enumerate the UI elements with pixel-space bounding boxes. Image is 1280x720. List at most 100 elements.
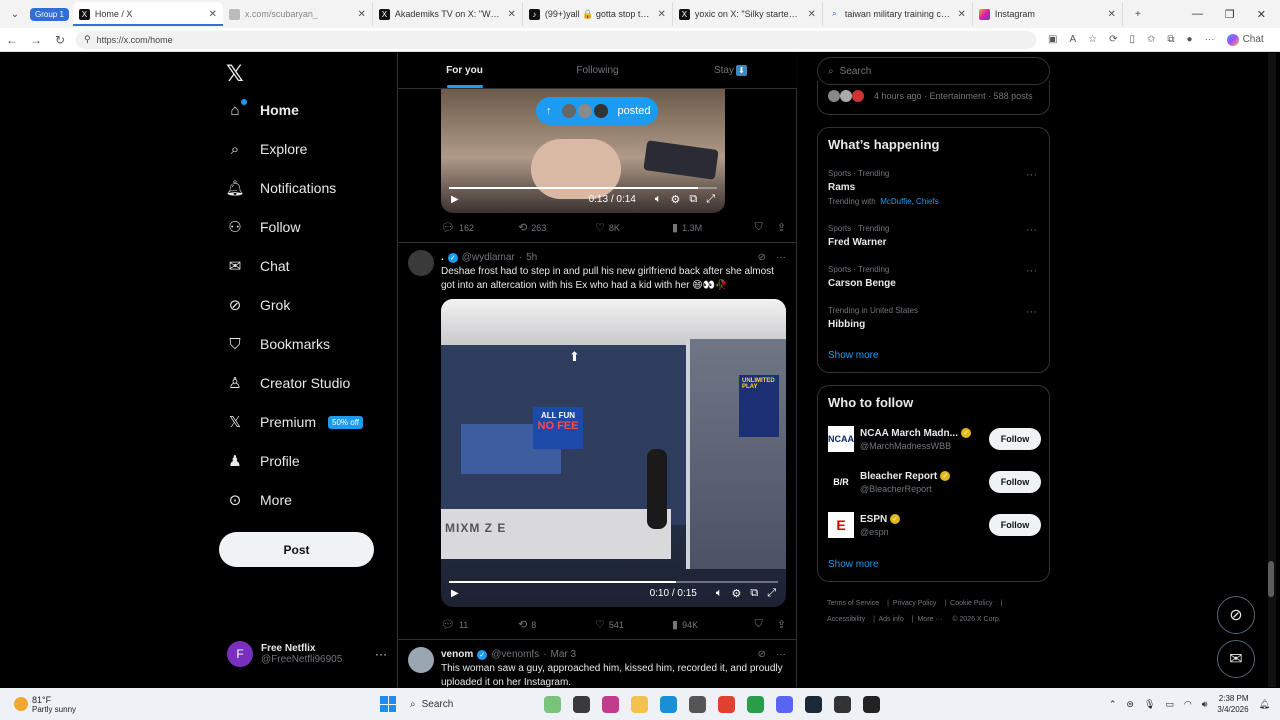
- video-player[interactable]: ALL FUN NO FEE MIXM Z E UNLIMITED PLAY ▶ …: [441, 299, 786, 607]
- play-icon[interactable]: ▶: [451, 194, 459, 205]
- weather-widget[interactable]: 81°F Partly sunny: [0, 695, 380, 714]
- site-info-icon[interactable]: ⚲: [84, 34, 91, 45]
- tab-home-x[interactable]: X Home / X ✕: [72, 2, 223, 26]
- tab-for-you[interactable]: For you: [398, 53, 531, 88]
- footer-link[interactable]: Terms of Service: [827, 600, 879, 607]
- show-more-link[interactable]: Show more: [828, 559, 879, 570]
- tab-yoxic[interactable]: X yoxic on X: "Silky started his stre ✕: [673, 2, 823, 26]
- nav-home[interactable]: ⌂ Home: [226, 99, 299, 119]
- minimize-icon[interactable]: —: [1192, 8, 1203, 21]
- trend-item[interactable]: Trending in United States Hibbing ···: [828, 306, 1043, 330]
- bookmark-icon[interactable]: ⛉: [755, 618, 763, 631]
- author-name[interactable]: .: [441, 252, 444, 263]
- live-event-card[interactable]: 4 hours ago · Entertainment · 588 posts: [817, 81, 1050, 115]
- wifi-icon[interactable]: ◠: [1184, 699, 1192, 710]
- collections-icon[interactable]: ⧉: [1167, 34, 1174, 45]
- edge-icon[interactable]: [660, 695, 677, 713]
- copilot-chat-button[interactable]: Chat: [1226, 33, 1264, 46]
- grok-icon[interactable]: ⊘: [758, 252, 766, 263]
- nav-grok[interactable]: ⊘ Grok: [226, 296, 291, 314]
- chevron-up-icon[interactable]: ⌃: [1109, 699, 1117, 710]
- author-name[interactable]: venom: [441, 649, 473, 660]
- app-icon[interactable]: ▣: [1048, 34, 1057, 45]
- share-icon[interactable]: ⇪: [777, 618, 786, 631]
- reply-button[interactable]: 💬︎ 162: [441, 221, 518, 234]
- url-field[interactable]: ⚲ https://x.com/home: [76, 30, 1036, 49]
- new-tab-icon[interactable]: +: [1127, 4, 1149, 24]
- follow-suggestion[interactable]: B/R Bleacher Report ✓ @BleacherReport Fol…: [828, 467, 1041, 497]
- tab-stay[interactable]: Stay ⬇: [664, 53, 797, 88]
- extensions-icon[interactable]: ⟳: [1109, 34, 1117, 45]
- app-icon[interactable]: [689, 695, 706, 713]
- app-icon[interactable]: [747, 695, 764, 713]
- volume-icon[interactable]: 🔈︎: [655, 193, 662, 206]
- more-dots-icon[interactable]: ···: [1026, 306, 1037, 318]
- restore-icon[interactable]: ❐: [1225, 8, 1235, 21]
- more-dots-icon[interactable]: ···: [1026, 265, 1037, 277]
- more-dots-icon[interactable]: ···: [1026, 224, 1037, 236]
- clock[interactable]: 2:38 PM 3/4/2026: [1217, 693, 1248, 715]
- grok-icon[interactable]: ⊘: [758, 649, 766, 660]
- author-handle[interactable]: @wydlamar: [462, 252, 515, 263]
- fullscreen-icon[interactable]: ⤢: [706, 193, 715, 206]
- close-icon[interactable]: ✕: [958, 9, 966, 20]
- views-button[interactable]: ▮ 1.3M: [672, 221, 749, 234]
- follow-button[interactable]: Follow: [989, 514, 1041, 536]
- video-progress-bar[interactable]: [449, 187, 717, 189]
- tab-taiwan-search[interactable]: ⌕ taiwan military training consi ✕: [823, 2, 973, 26]
- settings-gear-icon[interactable]: ⚙: [670, 193, 680, 206]
- windows-start-icon[interactable]: [380, 696, 396, 712]
- split-screen-icon[interactable]: ▯: [1129, 34, 1135, 45]
- tweet-time[interactable]: Mar 3: [551, 649, 577, 660]
- scrollbar-thumb[interactable]: [1268, 561, 1274, 597]
- network-icon[interactable]: ⊜: [1126, 699, 1134, 710]
- post-button[interactable]: Post: [219, 532, 374, 567]
- page-scrollbar[interactable]: [1268, 53, 1276, 687]
- window-close-icon[interactable]: ✕: [1257, 8, 1266, 21]
- nav-profile[interactable]: ♟ Profile: [226, 452, 299, 470]
- like-button[interactable]: ♡ 8K: [595, 221, 672, 234]
- discord-icon[interactable]: [776, 695, 793, 713]
- follow-suggestion[interactable]: NCAA NCAA March Madn... ✓ @MarchMadnessWB…: [828, 424, 1041, 454]
- file-explorer-icon[interactable]: [631, 695, 648, 713]
- views-button[interactable]: ▮ 94K: [672, 618, 749, 631]
- mic-icon[interactable]: 🎙︎: [1144, 699, 1155, 710]
- x-logo-icon[interactable]: 𝕏: [226, 61, 244, 87]
- avatar[interactable]: [408, 250, 434, 276]
- video-progress-bar[interactable]: [449, 581, 778, 583]
- follow-button[interactable]: Follow: [989, 471, 1041, 493]
- close-icon[interactable]: ✕: [658, 9, 666, 20]
- app-icon[interactable]: [602, 695, 619, 713]
- repost-button[interactable]: ⟲ 263: [518, 221, 595, 234]
- more-dots-icon[interactable]: ···: [375, 647, 387, 661]
- trend-item[interactable]: Sports · Trending Carson Benge ···: [828, 265, 1043, 289]
- tab-akademiks[interactable]: X Akademiks TV on X: "Who won t ✕: [373, 2, 523, 26]
- repost-button[interactable]: ⟲ 8: [518, 618, 595, 631]
- fullscreen-icon[interactable]: ⤢: [767, 587, 776, 600]
- tweet-time[interactable]: 5h: [526, 252, 537, 263]
- tab-group-label[interactable]: Group 1: [30, 7, 69, 21]
- footer-link[interactable]: Accessibility: [827, 616, 865, 623]
- nav-explore[interactable]: ⌕ Explore: [226, 140, 308, 158]
- task-view-icon[interactable]: [573, 695, 590, 713]
- trend-item[interactable]: Sports · Trending Fred Warner ···: [828, 224, 1043, 248]
- nav-follow[interactable]: ⚇ Follow: [226, 218, 300, 236]
- pip-icon[interactable]: ⧉: [750, 587, 758, 600]
- menu-dots-icon[interactable]: ···: [1205, 34, 1215, 45]
- tab-scubaryan[interactable]: x.com/scubaryan_ ✕: [223, 2, 373, 26]
- more-dots-icon[interactable]: ···: [776, 252, 786, 263]
- more-dots-icon[interactable]: ···: [776, 649, 786, 660]
- trend-item[interactable]: Sports · Trending Rams Trending with McD…: [828, 169, 1043, 206]
- close-icon[interactable]: ✕: [209, 9, 217, 20]
- close-icon[interactable]: ✕: [1108, 9, 1116, 20]
- notification-bell-icon[interactable]: 🔔︎: [1259, 699, 1270, 710]
- tweet-text[interactable]: Deshae frost had to step in and pull his…: [441, 265, 789, 292]
- follow-suggestion[interactable]: E ESPN ✓ @espn Follow: [828, 510, 1041, 540]
- nav-premium[interactable]: 𝕏 Premium 50% off: [226, 413, 363, 431]
- app-icon[interactable]: [863, 695, 880, 713]
- share-icon[interactable]: ⇪: [777, 221, 786, 234]
- favorite-star-icon[interactable]: ☆: [1088, 34, 1097, 45]
- nav-creator-studio[interactable]: ♙ Creator Studio: [226, 374, 350, 392]
- widget-icon[interactable]: [544, 695, 561, 713]
- nav-notifications[interactable]: 🔔︎ Notifications: [225, 179, 336, 197]
